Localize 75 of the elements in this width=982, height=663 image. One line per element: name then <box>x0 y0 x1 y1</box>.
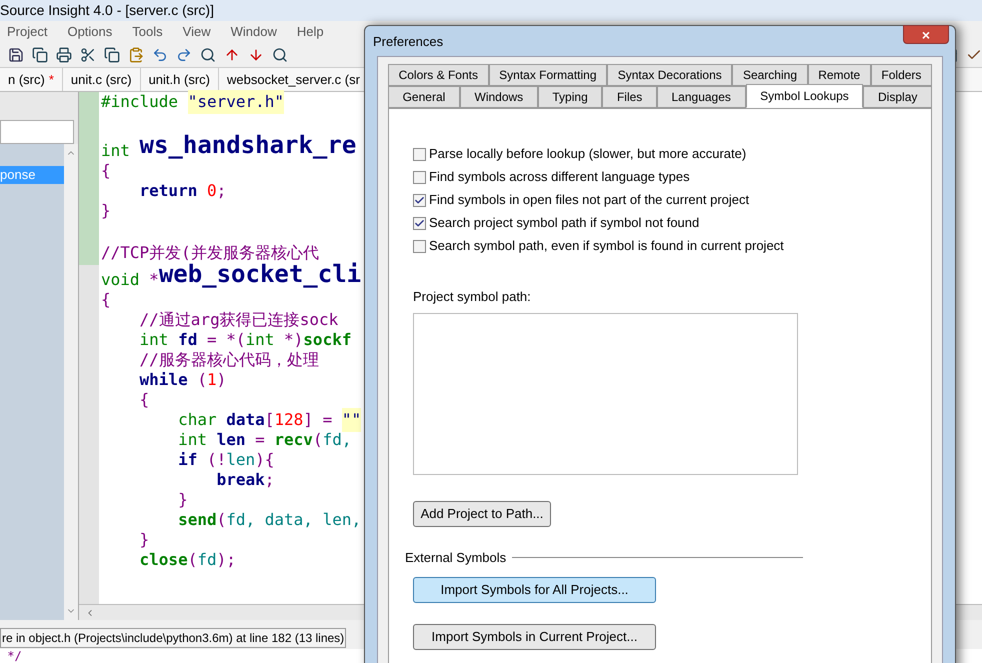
code-line: */ <box>6 650 22 662</box>
cut-icon[interactable] <box>80 46 96 62</box>
code-line: //通过arg获得已连接sock <box>138 312 338 331</box>
save-all-icon[interactable] <box>32 46 48 62</box>
file-tab[interactable]: unit.c (src) <box>62 68 141 91</box>
code-line: } <box>177 492 188 511</box>
add-project-button[interactable]: Add Project to Path... <box>413 500 551 526</box>
search-icon[interactable] <box>272 46 288 62</box>
code-line: } <box>138 532 150 551</box>
code-line: send(fd, data, len, <box>177 512 362 531</box>
checkbox-label[interactable]: Find symbols across different language types <box>429 167 690 187</box>
tab[interactable]: Display <box>863 86 932 108</box>
file-tab[interactable]: n (src) * <box>0 68 63 91</box>
section-label: External Symbols <box>405 548 506 567</box>
menu-item[interactable]: Project <box>7 22 48 42</box>
close-button[interactable]: × <box>903 25 949 44</box>
checkbox[interactable] <box>413 170 426 184</box>
code-line: int ws_handshark_re <box>101 136 356 162</box>
code-line: //TCP并发(并发服务器核心代 <box>101 245 319 262</box>
code-line: break; <box>216 472 274 491</box>
menu-item[interactable]: Window <box>230 22 277 42</box>
checkbox-label[interactable]: Search symbol path, even if symbol is found in current project <box>429 236 784 256</box>
code-line: { <box>101 163 111 182</box>
import-button[interactable]: Import Symbols in Current Project... <box>413 624 656 650</box>
code-line: if (!len){ <box>177 452 274 471</box>
checkbox[interactable] <box>413 240 426 252</box>
tab[interactable]: Syntax Decorations <box>607 64 732 86</box>
paste-icon[interactable] <box>128 46 144 62</box>
checkbox[interactable] <box>413 216 426 230</box>
tab[interactable]: General <box>388 86 460 108</box>
checkbox-label[interactable]: Parse locally before lookup (slower, but more accurate) <box>429 144 746 164</box>
tab[interactable]: Languages <box>656 86 746 108</box>
check-icon <box>414 194 425 206</box>
tab[interactable]: Syntax Formatting <box>488 64 608 86</box>
code-line: while (1) <box>138 372 226 391</box>
arrow-up-icon[interactable] <box>224 46 240 62</box>
search-icon[interactable] <box>200 46 216 62</box>
import-button[interactable]: Import Symbols for All Projects... <box>413 577 656 603</box>
menu-item[interactable]: Options <box>67 22 112 42</box>
status-bar: re in object.h (Projects\include\python3.6m) at line 182 (13 lines) <box>0 628 346 648</box>
checkbox-label[interactable]: Find symbols in open files not part of the current project <box>429 190 750 210</box>
redo-icon[interactable] <box>176 46 192 62</box>
tab[interactable]: Typing <box>538 86 602 108</box>
dialog-title: Preferences <box>373 33 444 51</box>
tab[interactable]: Searching <box>732 64 808 86</box>
menu-item[interactable]: View <box>182 22 211 42</box>
scrollbar[interactable] <box>64 144 78 620</box>
tab[interactable]: Colors & Fonts <box>388 64 489 86</box>
copy-icon[interactable] <box>104 46 120 62</box>
save-icon[interactable] <box>8 46 24 62</box>
undo-icon[interactable] <box>152 46 168 62</box>
window-title: Source Insight 4.0 - [server.c (src)] <box>0 1 214 20</box>
print-icon[interactable] <box>56 46 72 62</box>
code-line: } <box>101 203 111 222</box>
tab[interactable]: Windows <box>460 86 538 108</box>
code-line: close(fd); <box>138 552 236 571</box>
code-line: void *web_socket_cli <box>101 265 362 291</box>
menu-item[interactable]: Tools <box>132 22 163 42</box>
checkbox[interactable] <box>413 148 426 160</box>
code-line: return 0; <box>138 183 226 202</box>
checkbox-label[interactable]: Search project symbol path if symbol not found <box>429 213 700 233</box>
code-line: //服务器核心代码，处理 <box>138 352 319 371</box>
tab[interactable]: Files <box>602 86 657 108</box>
checkbox[interactable] <box>413 194 426 206</box>
tab[interactable]: Remote <box>808 64 871 86</box>
search-field[interactable] <box>0 120 74 144</box>
code-line: { <box>101 292 111 311</box>
code-line: int len = recv(fd, <box>177 432 352 451</box>
tab[interactable]: Folders <box>870 64 932 86</box>
code-line: int fd = *(int *)sockf <box>138 332 352 351</box>
check-icon <box>414 218 425 228</box>
code-line: { <box>138 392 150 411</box>
field-label: Project symbol path: <box>413 288 532 306</box>
menu-item[interactable]: Help <box>296 22 324 42</box>
tab[interactable]: Symbol Lookups <box>746 84 864 108</box>
